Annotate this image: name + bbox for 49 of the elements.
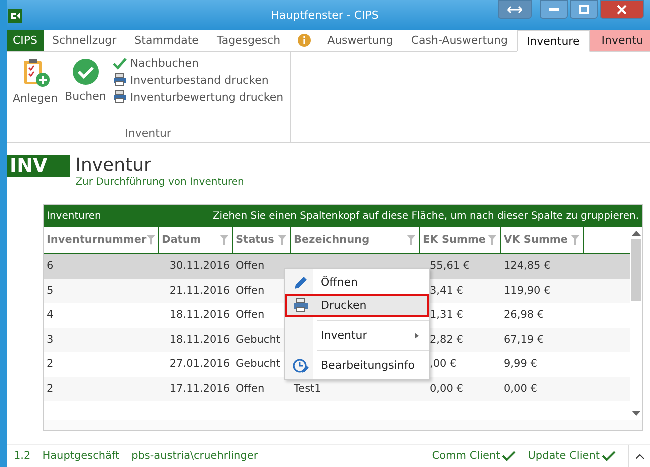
page-subtitle: Zur Durchführung von Inventuren [76,177,244,188]
grid-title: Inventuren [47,210,102,222]
table-cell: 3,41 € [430,284,464,297]
table-cell: 2 [47,358,54,370]
table-cell: 30.11.2016 [170,260,230,272]
service-status: Comm Client [432,450,500,462]
column-title: Datum [162,234,202,246]
window-title: Hauptfenster - CIPS [271,8,379,22]
column-title: Bezeichnung [294,234,370,246]
table-cell: 27.01.2016 [170,358,230,370]
table-cell: Offen [236,382,265,395]
user-label: pbs-austria\cruehrlinger [132,450,258,462]
branch-label: Hauptgeschäft [42,450,120,462]
table-cell: Offen [236,284,265,297]
column-title: Status [236,234,274,246]
table-cell: 18.11.2016 [170,334,230,346]
table-cell: ,00 € [430,358,457,370]
table-cell: 3 [47,334,54,346]
column-title: EK Summe [423,234,486,246]
table-cell: Offen [236,260,265,272]
column-title: VK Summe [504,234,568,246]
table-cell: 17.11.2016 [170,382,230,395]
table-cell: 2 [47,382,54,395]
group-hint: Ziehen Sie einen Spaltenkopf auf diese Fläche, um nach dieser Spalte zu gruppieren. [212,210,639,222]
page-title: Inventur [76,155,152,177]
table-cell: Offen [236,309,265,322]
table-cell: 55,61 € [430,260,470,272]
table-cell: 5 [47,284,54,297]
table-cell: 67,19 € [504,334,544,346]
table-cell: 6 [47,260,54,272]
table-cell: 9,99 € [504,358,538,370]
group-label: Inventur [124,127,172,140]
table-cell: 26,98 € [504,309,544,322]
table-cell: 124,85 € [504,260,551,272]
table-cell: 1,31 € [430,309,464,322]
table-cell: 119,90 € [504,284,551,297]
table-cell: 0,00 € [504,382,538,395]
table-cell: 0,00 € [430,382,464,395]
table-cell: 4 [47,309,54,322]
table-cell: Test1 [294,382,322,395]
table-cell: 18.11.2016 [170,309,230,322]
table-cell: Gebucht [236,334,280,346]
version-label: 1.2 [14,450,31,462]
table-cell: 21.11.2016 [170,284,230,297]
table-cell: 2,82 € [430,334,464,346]
module-badge: INV [7,155,70,177]
service-status: Update Client [528,450,600,462]
table-cell: Gebucht [236,358,280,370]
column-title: Inventurnummer [47,234,147,246]
